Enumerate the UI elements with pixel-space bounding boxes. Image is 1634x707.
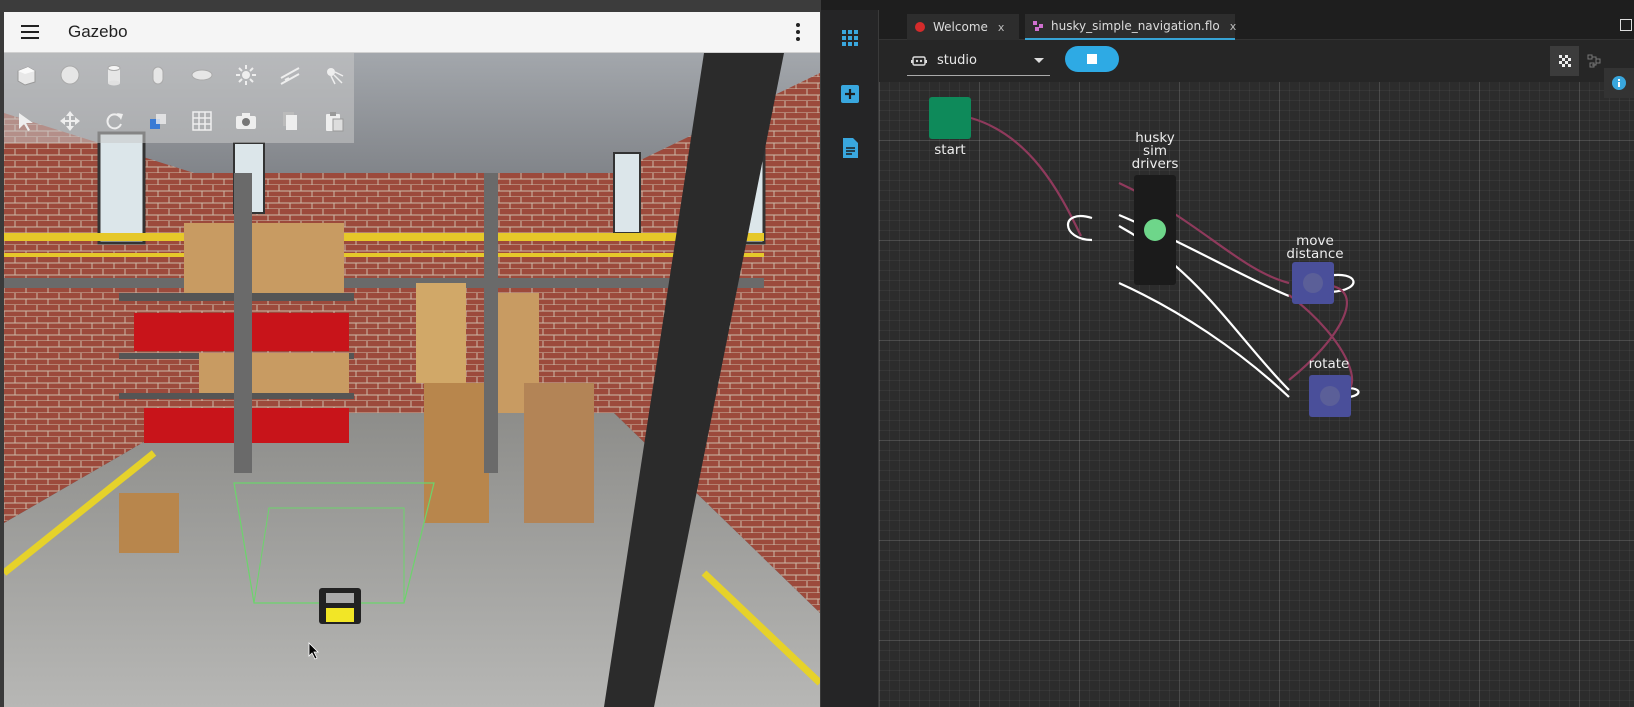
sun-light-icon[interactable] — [224, 53, 268, 97]
add-node-icon[interactable] — [838, 82, 862, 106]
select-arrow-icon[interactable] — [4, 99, 48, 143]
gazebo-app-bar: Gazebo — [4, 12, 820, 53]
hamburger-menu-icon[interactable] — [10, 12, 50, 52]
tab-label: Welcome — [933, 20, 988, 34]
window-top-strip — [0, 0, 821, 12]
screen-root: Gazebo Welcome x husky_simple_navigation… — [0, 0, 1634, 707]
tab-label: husky_simple_navigation.flo — [1051, 19, 1220, 33]
node-move-distance[interactable] — [1292, 262, 1334, 304]
rotate-icon[interactable] — [92, 99, 136, 143]
node-rotate[interactable] — [1309, 375, 1351, 417]
document-icon[interactable] — [838, 136, 862, 160]
label-line: distance — [1286, 246, 1344, 262]
window-top-strip — [821, 0, 1634, 10]
label-line: drivers — [1131, 156, 1179, 172]
more-vert-icon[interactable] — [788, 20, 808, 44]
ellipsoid-shape-icon[interactable] — [180, 53, 224, 97]
node-drivers-label: husky sim drivers — [1115, 131, 1195, 172]
sphere-shape-icon[interactable] — [48, 53, 92, 97]
paste-icon[interactable] — [312, 99, 356, 143]
editor-tab-bar: Welcome x husky_simple_navigation.flo x — [879, 10, 1634, 40]
gazebo-title: Gazebo — [68, 22, 128, 41]
copy-icon[interactable] — [268, 99, 312, 143]
node-start[interactable] — [929, 97, 971, 139]
edge-start-to-drivers — [970, 116, 1082, 237]
tab-welcome[interactable]: Welcome x — [907, 14, 1019, 40]
close-icon[interactable]: x — [998, 21, 1005, 34]
ros-logo-icon — [915, 22, 925, 32]
spot-light-icon[interactable] — [312, 53, 356, 97]
activity-bar — [821, 10, 879, 707]
gazebo-panel: Gazebo — [0, 0, 821, 707]
tools-toolbar-row — [4, 99, 356, 143]
directional-light-icon[interactable] — [268, 53, 312, 97]
cylinder-shape-icon[interactable] — [92, 53, 136, 97]
node-move-label: move distance — [1275, 234, 1355, 262]
maximize-icon[interactable] — [1620, 19, 1632, 31]
snap-icon[interactable] — [136, 99, 180, 143]
node-husky-sim-drivers[interactable] — [1134, 175, 1176, 285]
node-start-label: start — [934, 142, 966, 158]
capsule-shape-icon[interactable] — [136, 53, 180, 97]
gazebo-toolbar — [4, 53, 354, 143]
close-icon[interactable]: x — [1230, 20, 1237, 33]
status-indicator — [1144, 219, 1166, 241]
grid-icon[interactable] — [180, 99, 224, 143]
box-shape-icon[interactable] — [4, 53, 48, 97]
translate-icon[interactable] — [48, 99, 92, 143]
gazebo-3d-scene[interactable] — [4, 53, 820, 707]
screenshot-camera-icon[interactable] — [224, 99, 268, 143]
tab-husky-simple-navigation[interactable]: husky_simple_navigation.flo x — [1025, 14, 1237, 40]
node-rotate-label: rotate — [1308, 356, 1350, 372]
edge-drivers-rotate-white — [1118, 281, 1290, 398]
flow-graph-canvas[interactable]: studio start husky sim drivers move dist… — [879, 40, 1634, 707]
flow-editor-panel: Welcome x husky_simple_navigation.flo x … — [821, 0, 1634, 707]
shapes-toolbar-row — [4, 53, 356, 97]
flow-file-icon — [1033, 21, 1043, 31]
flow-graph-edges — [970, 116, 1360, 400]
apps-grid-icon[interactable] — [838, 26, 862, 50]
